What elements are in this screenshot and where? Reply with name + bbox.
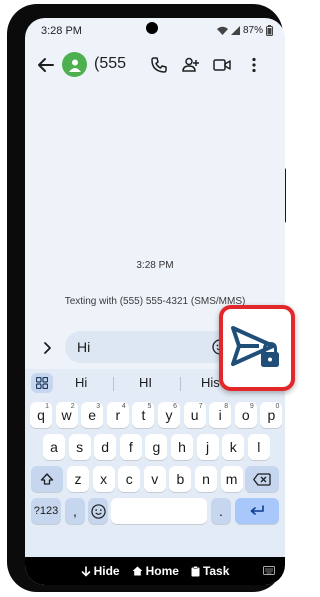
task-label: Task — [202, 564, 230, 578]
grid-icon — [36, 377, 48, 389]
hide-label: Hide — [93, 564, 120, 578]
suggestion-1[interactable]: Hi — [75, 375, 87, 390]
key-e[interactable]: e3 — [81, 402, 104, 428]
key-hint: 6 — [173, 403, 177, 410]
home-label: Home — [145, 564, 179, 578]
key-t[interactable]: t5 — [132, 402, 155, 428]
symbols-key[interactable]: ?123 — [31, 498, 61, 524]
app-bar: (555 — [25, 46, 285, 86]
key-d[interactable]: d — [94, 434, 117, 460]
key-x[interactable]: x — [92, 466, 115, 492]
emoji-key[interactable] — [88, 498, 108, 524]
key-p[interactable]: p0 — [260, 402, 283, 428]
home-button[interactable]: Home — [132, 564, 179, 578]
key-y[interactable]: y6 — [158, 402, 180, 428]
key-hint: 5 — [147, 403, 152, 410]
key-w[interactable]: w2 — [55, 402, 78, 428]
key-i[interactable]: i8 — [209, 402, 232, 428]
add-person-icon[interactable] — [180, 55, 200, 75]
key-f[interactable]: f — [119, 434, 142, 460]
suggestion-divider — [180, 377, 181, 391]
status-icons: 87% — [216, 25, 273, 36]
key-v[interactable]: v — [143, 466, 166, 492]
shift-icon — [40, 473, 54, 485]
navigation-bar: Hide Home Task — [25, 557, 285, 585]
home-icon — [132, 566, 143, 576]
key-label: u — [190, 407, 199, 423]
key-q[interactable]: q1 — [30, 402, 52, 428]
signal-icon — [230, 26, 240, 35]
enter-key[interactable] — [235, 498, 279, 524]
period-key[interactable]: . — [211, 498, 231, 524]
grid-key[interactable] — [31, 373, 53, 393]
task-button[interactable]: Task — [191, 564, 229, 578]
key-label: e — [88, 407, 97, 423]
key-hint: 4 — [121, 403, 126, 410]
enter-icon — [250, 505, 264, 515]
key-k[interactable]: k — [222, 434, 245, 460]
key-r[interactable]: r4 — [106, 402, 129, 428]
key-hint: 3 — [96, 403, 101, 410]
clipboard-icon — [191, 565, 200, 576]
back-arrow-icon[interactable] — [35, 54, 57, 76]
key-hint: 0 — [275, 403, 280, 410]
suggestion-2[interactable]: HI — [139, 375, 152, 390]
key-u[interactable]: u7 — [183, 402, 206, 428]
arrow-down-icon — [81, 565, 90, 577]
status-bar: 3:28 PM 87% — [25, 18, 285, 44]
key-hint: 9 — [249, 403, 254, 410]
key-hint: 8 — [224, 403, 229, 410]
send-lock-icon — [231, 326, 279, 367]
key-j[interactable]: j — [196, 434, 219, 460]
contact-name[interactable]: (555 — [94, 55, 126, 73]
key-label: y — [165, 407, 173, 423]
key-c[interactable]: c — [118, 466, 141, 492]
avatar-person-icon — [68, 59, 81, 72]
keyboard-icon[interactable] — [263, 566, 275, 575]
key-a[interactable]: a — [43, 434, 65, 460]
key-hint: 1 — [45, 403, 49, 410]
video-icon[interactable] — [212, 55, 232, 75]
battery-percent: 87% — [242, 25, 263, 36]
key-label: o — [241, 407, 250, 423]
key-z[interactable]: z — [67, 466, 89, 492]
key-m[interactable]: m — [220, 466, 243, 492]
phone-icon[interactable] — [149, 55, 169, 75]
message-timestamp: 3:28 PM — [136, 260, 174, 271]
key-o[interactable]: o9 — [234, 402, 257, 428]
more-vert-icon[interactable] — [244, 55, 264, 75]
keyboard: Hi HI His q1w2e3r4t5y6u7i8o9p0 asdfghjkl… — [25, 369, 285, 557]
key-g[interactable]: g — [145, 434, 168, 460]
comma-key[interactable]: , — [65, 498, 85, 524]
key-s[interactable]: s — [68, 434, 91, 460]
key-label: r — [115, 407, 121, 423]
key-label: q — [37, 407, 45, 423]
emoji-icon — [90, 503, 106, 519]
space-key[interactable] — [111, 498, 207, 524]
avatar[interactable] — [62, 52, 87, 77]
chevron-right-icon[interactable] — [39, 339, 55, 357]
suggestion-divider — [113, 377, 114, 391]
front-camera — [146, 22, 158, 34]
wifi-icon — [216, 26, 228, 35]
key-label: p — [267, 407, 276, 423]
key-hint: 2 — [70, 403, 75, 410]
key-l[interactable]: l — [247, 434, 270, 460]
backspace-key[interactable] — [245, 466, 279, 492]
hide-button[interactable]: Hide — [81, 564, 120, 578]
key-label: t — [141, 407, 146, 423]
key-hint: 7 — [198, 403, 203, 410]
key-label: i — [218, 407, 222, 423]
key-n[interactable]: n — [195, 466, 217, 492]
battery-icon — [266, 25, 273, 36]
key-h[interactable]: h — [171, 434, 193, 460]
backspace-icon — [253, 472, 271, 486]
shift-key[interactable] — [31, 466, 63, 492]
send-lock-overlay[interactable] — [219, 305, 295, 391]
status-time: 3:28 PM — [41, 25, 82, 37]
suggestion-3[interactable]: His — [201, 375, 220, 390]
key-b[interactable]: b — [169, 466, 192, 492]
screen: 3:28 PM 87% (555 3:28 PM Texting with (5… — [25, 18, 285, 585]
